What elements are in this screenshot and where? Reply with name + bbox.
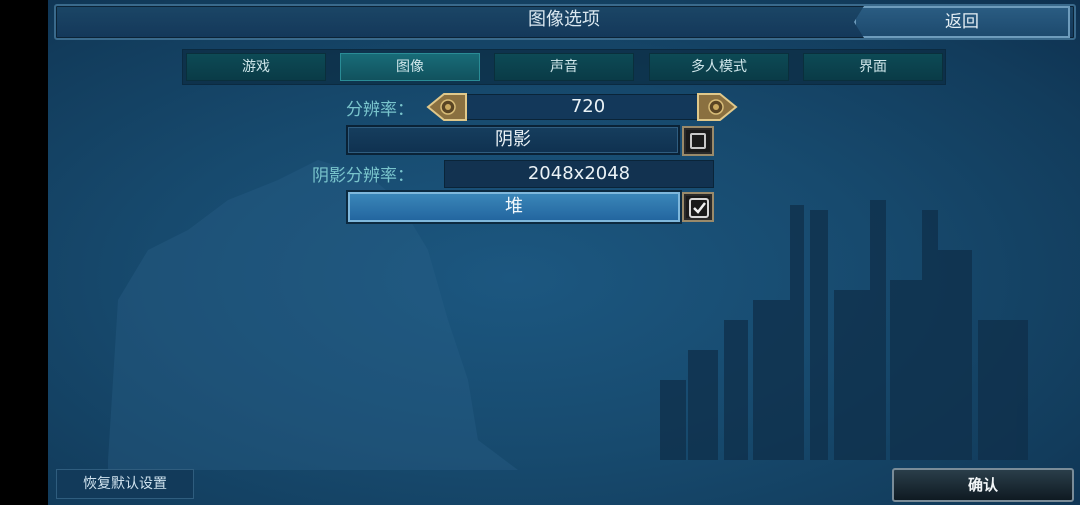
tab-graphics[interactable]: 图像 — [340, 53, 480, 81]
city-silhouette — [660, 200, 1028, 460]
tab-sound[interactable]: 声音 — [494, 53, 634, 81]
resolution-prev-arrow-icon[interactable] — [426, 91, 468, 123]
resolution-next-arrow-icon[interactable] — [696, 91, 738, 123]
left-letterbox — [0, 0, 48, 505]
shadow-resolution-label: 阴影分辨率： — [312, 166, 414, 186]
stack-checkbox[interactable] — [682, 192, 714, 222]
stack-toggle-button[interactable]: 堆 — [348, 192, 680, 222]
graphics-options-screen: 图像选项 返回 游戏 图像 声音 多人模式 界面 分辨率： 720 阴影 阴影分… — [48, 0, 1080, 505]
shadow-checkbox[interactable] — [682, 126, 714, 156]
shadow-toggle-button[interactable]: 阴影 — [346, 125, 680, 155]
reset-defaults-button[interactable]: 恢复默认设置 — [56, 469, 194, 499]
checkbox-empty-icon — [690, 133, 706, 149]
tab-game[interactable]: 游戏 — [186, 53, 326, 81]
tab-multiplayer[interactable]: 多人模式 — [649, 53, 789, 81]
confirm-button[interactable]: 确认 — [892, 468, 1074, 502]
resolution-value: 720 — [462, 94, 714, 120]
checkmark-icon — [689, 198, 709, 218]
tab-interface[interactable]: 界面 — [803, 53, 943, 81]
back-button[interactable]: 返回 — [854, 6, 1070, 38]
resolution-label: 分辨率： — [346, 100, 414, 120]
shadow-resolution-value: 2048x2048 — [444, 160, 714, 188]
